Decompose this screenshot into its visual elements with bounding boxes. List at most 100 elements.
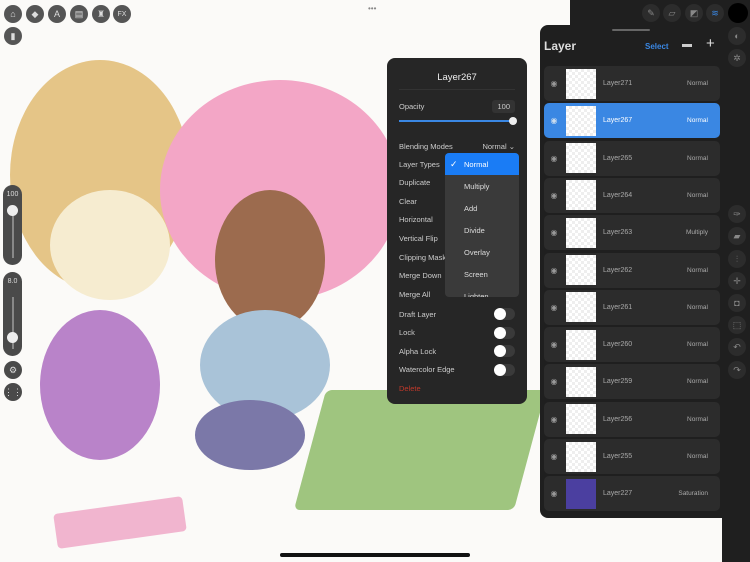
layer-row[interactable]: ◉ Layer260 Normal	[544, 327, 720, 363]
popover-title: Layer267	[399, 58, 515, 90]
layer-thumbnail	[566, 217, 596, 248]
undo-icon[interactable]: ↶	[728, 338, 746, 356]
blending-label: Blending Modes	[399, 141, 453, 151]
eraser-icon[interactable]: ▱	[663, 4, 681, 22]
bookmark-icon[interactable]: ▮	[4, 27, 22, 45]
brush-opacity-slider[interactable]: 8.0	[3, 272, 22, 356]
more-dots-icon[interactable]: •••	[368, 4, 376, 13]
layer-row[interactable]: ◉ Layer263 Multiply	[544, 215, 720, 251]
layer-blend-mode: Normal	[687, 154, 708, 162]
eye-icon[interactable]: ◉	[544, 452, 564, 461]
layer-name: Layer265	[603, 154, 633, 162]
opacity-value[interactable]: 100	[492, 99, 515, 113]
toggle-row: Watercolor Edge	[399, 363, 515, 376]
layer-row[interactable]: ◉ Layer271 Normal	[544, 66, 720, 101]
layer-thumbnail	[566, 292, 596, 323]
transform-icon[interactable]: ◘	[728, 294, 746, 312]
blend-option[interactable]: Multiply	[445, 175, 519, 197]
eye-icon[interactable]: ◉	[544, 266, 564, 275]
layer-name: Layer255	[603, 453, 633, 460]
eye-icon[interactable]: ◉	[544, 415, 564, 424]
layer-row[interactable]: ◉ Layer262 Normal	[544, 252, 720, 288]
blend-option[interactable]: Divide	[445, 219, 519, 241]
layer-panel: Layer Select ▬ + ◉ Layer271 Normal ◉ Layer26…	[540, 25, 722, 518]
toggle-row: Lock	[399, 326, 515, 339]
blend-option[interactable]: Screen	[445, 263, 519, 285]
selection-icon[interactable]: ⬚	[728, 316, 746, 334]
eye-icon[interactable]: ◉	[544, 377, 564, 386]
material-icon[interactable]: ✲	[728, 49, 746, 67]
select-button[interactable]: Select	[645, 42, 669, 51]
fill-bucket-icon[interactable]: ◩	[685, 4, 703, 22]
brush-size-slider[interactable]: 100	[3, 185, 22, 265]
color-swatch[interactable]	[728, 3, 748, 23]
blend-option[interactable]: Normal	[445, 153, 519, 175]
fx-icon[interactable]: FX	[113, 5, 131, 23]
layer-row[interactable]: ◉ Layer256 Normal	[544, 401, 720, 437]
slider-knob[interactable]	[7, 205, 18, 216]
eye-icon[interactable]: ◉	[544, 228, 564, 237]
blend-option[interactable]: Overlay	[445, 241, 519, 263]
toggle-switch[interactable]	[494, 363, 515, 376]
layer-name: Layer262	[603, 266, 633, 274]
eye-icon[interactable]: ◉	[544, 116, 564, 125]
layers-icon[interactable]: ≋	[706, 4, 724, 22]
opacity-slider[interactable]	[399, 117, 517, 125]
reference-icon[interactable]: ▤	[70, 5, 88, 23]
brush-size-value: 100	[6, 191, 19, 198]
eye-icon[interactable]: ◉	[544, 191, 564, 200]
blend-option[interactable]: Lighten	[445, 285, 519, 298]
eye-icon[interactable]: ◉	[544, 79, 564, 88]
brush-icon[interactable]: ✎	[642, 4, 660, 22]
gear-icon[interactable]: ⚙	[4, 361, 22, 379]
layer-blend-mode: Normal	[687, 191, 708, 199]
panel-grabber[interactable]	[612, 29, 650, 31]
art-egg	[40, 310, 160, 460]
move-icon[interactable]: ✛	[728, 272, 746, 290]
home-icon[interactable]: ⌂	[4, 5, 22, 23]
layer-thumbnail	[566, 404, 596, 435]
eyedropper-icon[interactable]: ✑	[728, 205, 746, 223]
layer-blend-mode: Normal	[687, 80, 708, 87]
new-folder-icon[interactable]: ▬	[682, 39, 692, 50]
layer-name: Layer267	[603, 117, 633, 125]
blend-option[interactable]: Add	[445, 197, 519, 219]
add-layer-icon[interactable]: +	[706, 35, 715, 52]
layer-thumbnail	[566, 329, 596, 360]
delete-button[interactable]: Delete	[399, 382, 515, 394]
text-icon[interactable]: A	[48, 5, 66, 23]
smudge-icon[interactable]: ▰	[728, 227, 746, 245]
eye-icon[interactable]: ◉	[544, 340, 564, 349]
slider-knob[interactable]	[7, 332, 18, 343]
layer-blend-mode: Saturation	[678, 490, 708, 498]
layer-row[interactable]: ◉ Layer227 Saturation	[544, 476, 720, 512]
gift-icon[interactable]: ♜	[92, 5, 110, 23]
redo-icon[interactable]: ↷	[728, 361, 746, 379]
layer-blend-mode: Normal	[687, 341, 708, 349]
art-tube	[53, 496, 187, 549]
layer-name: Layer259	[603, 378, 633, 386]
layer-name: Layer256	[603, 415, 633, 423]
shapes-icon[interactable]: ◆	[26, 5, 44, 23]
layer-row[interactable]: ◉ Layer261 Normal	[544, 289, 720, 325]
slider-knob[interactable]	[509, 117, 517, 125]
layer-row[interactable]: ◉ Layer255 Normal	[544, 439, 720, 474]
toggle-label: Lock	[399, 328, 415, 338]
toggle-switch[interactable]	[494, 326, 515, 339]
eye-icon[interactable]: ◉	[544, 303, 564, 312]
layer-row[interactable]: ◉ Layer265 Normal	[544, 140, 720, 176]
color-picker-icon[interactable]: ◐	[728, 27, 746, 45]
flip-icon[interactable]: ⫶	[728, 250, 746, 268]
toggle-switch[interactable]	[494, 345, 515, 358]
grid-icon[interactable]: ⋮⋮	[4, 383, 22, 401]
eye-icon[interactable]: ◉	[544, 154, 564, 163]
blending-select[interactable]: Normal ⌄	[482, 142, 515, 151]
eye-icon[interactable]: ◉	[544, 489, 564, 498]
layer-row[interactable]: ◉ Layer259 Normal	[544, 364, 720, 400]
layer-thumbnail	[566, 255, 596, 285]
layer-row[interactable]: ◉ Layer264 Normal	[544, 177, 720, 213]
layer-row[interactable]: ◉ Layer267 Normal	[544, 103, 720, 139]
layer-blend-mode: Normal	[687, 266, 708, 274]
brush-opacity-value: 8.0	[7, 278, 18, 285]
toggle-switch[interactable]	[494, 308, 515, 320]
